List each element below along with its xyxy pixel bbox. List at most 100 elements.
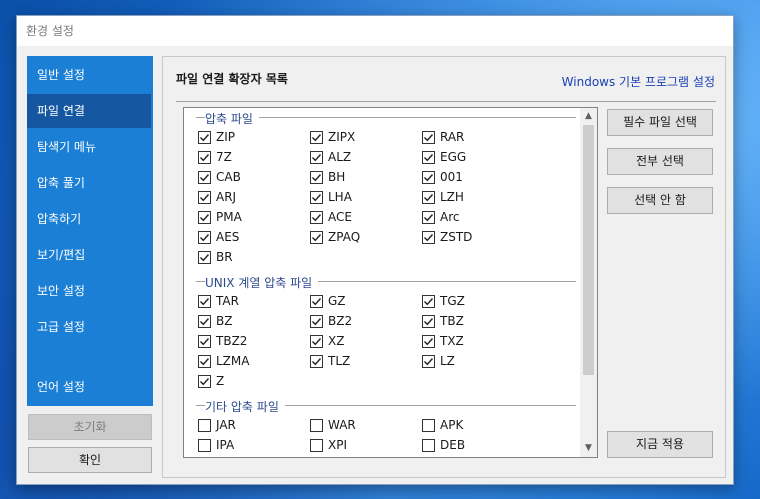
- checkbox-empty-icon[interactable]: [422, 439, 435, 452]
- checkmark-icon[interactable]: [310, 295, 323, 308]
- checkmark-icon[interactable]: [422, 191, 435, 204]
- checkmark-icon[interactable]: [422, 171, 435, 184]
- sidebar-item-security[interactable]: 보안 설정: [27, 274, 153, 308]
- extension-label: Arc: [440, 210, 460, 224]
- extension-label: WAR: [328, 418, 356, 432]
- extension-label: AES: [216, 230, 240, 244]
- checkmark-icon[interactable]: [310, 315, 323, 328]
- extension-label: PMA: [216, 210, 242, 224]
- file-association-panel: 파일 연결 확장자 목록 Windows 기본 프로그램 설정 ▲ ▼ 압축 파…: [162, 56, 726, 478]
- checkmark-icon[interactable]: [198, 151, 211, 164]
- extension-label: BZ2: [328, 314, 353, 328]
- checkmark-icon[interactable]: [422, 151, 435, 164]
- extension-label: APK: [440, 418, 464, 432]
- scroll-thumb[interactable]: [583, 125, 594, 375]
- checkmark-icon[interactable]: [198, 171, 211, 184]
- select-all-button[interactable]: 전부 선택: [607, 148, 713, 175]
- checkmark-icon[interactable]: [198, 335, 211, 348]
- checkmark-icon[interactable]: [422, 315, 435, 328]
- extension-label: ZSTD: [440, 230, 473, 244]
- ok-button[interactable]: 확인: [28, 447, 152, 473]
- vertical-scrollbar[interactable]: ▲ ▼: [580, 108, 597, 457]
- checkmark-icon[interactable]: [198, 191, 211, 204]
- checkbox-empty-icon[interactable]: [310, 419, 323, 432]
- extension-label: ACE: [328, 210, 352, 224]
- checkbox-empty-icon[interactable]: [310, 439, 323, 452]
- checkmark-icon[interactable]: [310, 231, 323, 244]
- window-title: 환경 설정: [17, 16, 733, 46]
- checkmark-icon[interactable]: [422, 355, 435, 368]
- sidebar-item-compress[interactable]: 압축하기: [27, 202, 153, 236]
- extension-label: RAR: [440, 130, 465, 144]
- sidebar-item-file-association[interactable]: 파일 연결: [27, 94, 151, 128]
- checkmark-icon[interactable]: [422, 335, 435, 348]
- select-required-button[interactable]: 필수 파일 선택: [607, 109, 713, 136]
- extension-label: TBZ: [440, 314, 464, 328]
- extension-label: JAR: [216, 418, 236, 432]
- group-label: 기타 압축 파일: [205, 398, 285, 415]
- scroll-up-icon[interactable]: ▲: [580, 108, 597, 125]
- sidebar-item-language[interactable]: 언어 설정: [27, 370, 153, 404]
- extension-label: ZIPX: [328, 130, 356, 144]
- extension-label: DEB: [440, 438, 466, 452]
- select-none-button[interactable]: 선택 안 함: [607, 187, 713, 214]
- sidebar-item-view-edit[interactable]: 보기/편집: [27, 238, 153, 272]
- checkmark-icon[interactable]: [310, 335, 323, 348]
- checkmark-icon[interactable]: [310, 131, 323, 144]
- extension-label: XZ: [328, 334, 345, 348]
- checkmark-icon[interactable]: [198, 131, 211, 144]
- default-programs-link[interactable]: Windows 기본 프로그램 설정: [562, 73, 715, 90]
- checkmark-icon[interactable]: [198, 355, 211, 368]
- extension-label: TXZ: [440, 334, 464, 348]
- checkmark-icon[interactable]: [310, 171, 323, 184]
- extension-label: ARJ: [216, 190, 237, 204]
- apply-now-button[interactable]: 지금 적용: [607, 431, 713, 458]
- extension-label: TGZ: [440, 294, 465, 308]
- settings-window: 환경 설정 일반 설정 파일 연결 탐색기 메뉴 압축 풀기 압축하기 보기/편…: [16, 15, 734, 485]
- sidebar-item-extract[interactable]: 압축 풀기: [27, 166, 153, 200]
- extension-label: ZIP: [216, 130, 235, 144]
- extension-label: LZH: [440, 190, 464, 204]
- reset-button[interactable]: 초기화: [28, 414, 152, 440]
- checkmark-icon[interactable]: [310, 355, 323, 368]
- extension-label: TLZ: [328, 354, 351, 368]
- checkbox-empty-icon[interactable]: [198, 419, 211, 432]
- checkmark-icon[interactable]: [198, 211, 211, 224]
- checkbox-empty-icon[interactable]: [422, 419, 435, 432]
- extension-label: CAB: [216, 170, 241, 184]
- page-title: 파일 연결 확장자 목록: [176, 72, 288, 86]
- extension-label: ALZ: [328, 150, 352, 164]
- checkmark-icon[interactable]: [422, 295, 435, 308]
- sidebar-item-general[interactable]: 일반 설정: [27, 58, 153, 92]
- extension-label: LHA: [328, 190, 352, 204]
- checkmark-icon[interactable]: [422, 211, 435, 224]
- extension-list[interactable]: ▲ ▼ 압축 파일 ZIP ZIPX RAR 7Z ALZ EGG CAB BH 001 ARJ LH…: [183, 107, 598, 458]
- extension-label: EGG: [440, 150, 467, 164]
- sidebar: 일반 설정 파일 연결 탐색기 메뉴 압축 풀기 압축하기 보기/편집 보안 설…: [27, 56, 153, 406]
- sidebar-item-explorer-menu[interactable]: 탐색기 메뉴: [27, 130, 153, 164]
- group-label: 압축 파일: [205, 110, 259, 127]
- checkmark-icon[interactable]: [310, 191, 323, 204]
- extension-label: TBZ2: [216, 334, 248, 348]
- checkmark-icon[interactable]: [198, 295, 211, 308]
- sidebar-item-advanced[interactable]: 고급 설정: [27, 310, 153, 344]
- checkmark-icon[interactable]: [310, 211, 323, 224]
- extension-label: XPI: [328, 438, 347, 452]
- checkmark-icon[interactable]: [198, 375, 211, 388]
- scroll-down-icon[interactable]: ▼: [580, 440, 597, 457]
- checkmark-icon[interactable]: [198, 231, 211, 244]
- checkmark-icon[interactable]: [198, 251, 211, 264]
- extension-label: LZ: [440, 354, 455, 368]
- checkmark-icon[interactable]: [422, 231, 435, 244]
- extension-label: 7Z: [216, 150, 232, 164]
- checkmark-icon[interactable]: [310, 151, 323, 164]
- checkbox-empty-icon[interactable]: [198, 439, 211, 452]
- extension-label: ZPAQ: [328, 230, 361, 244]
- title-divider: [176, 101, 716, 102]
- extension-label: 001: [440, 170, 463, 184]
- extension-label: LZMA: [216, 354, 250, 368]
- extension-label: BZ: [216, 314, 233, 328]
- extension-label: BR: [216, 250, 233, 264]
- checkmark-icon[interactable]: [422, 131, 435, 144]
- checkmark-icon[interactable]: [198, 315, 211, 328]
